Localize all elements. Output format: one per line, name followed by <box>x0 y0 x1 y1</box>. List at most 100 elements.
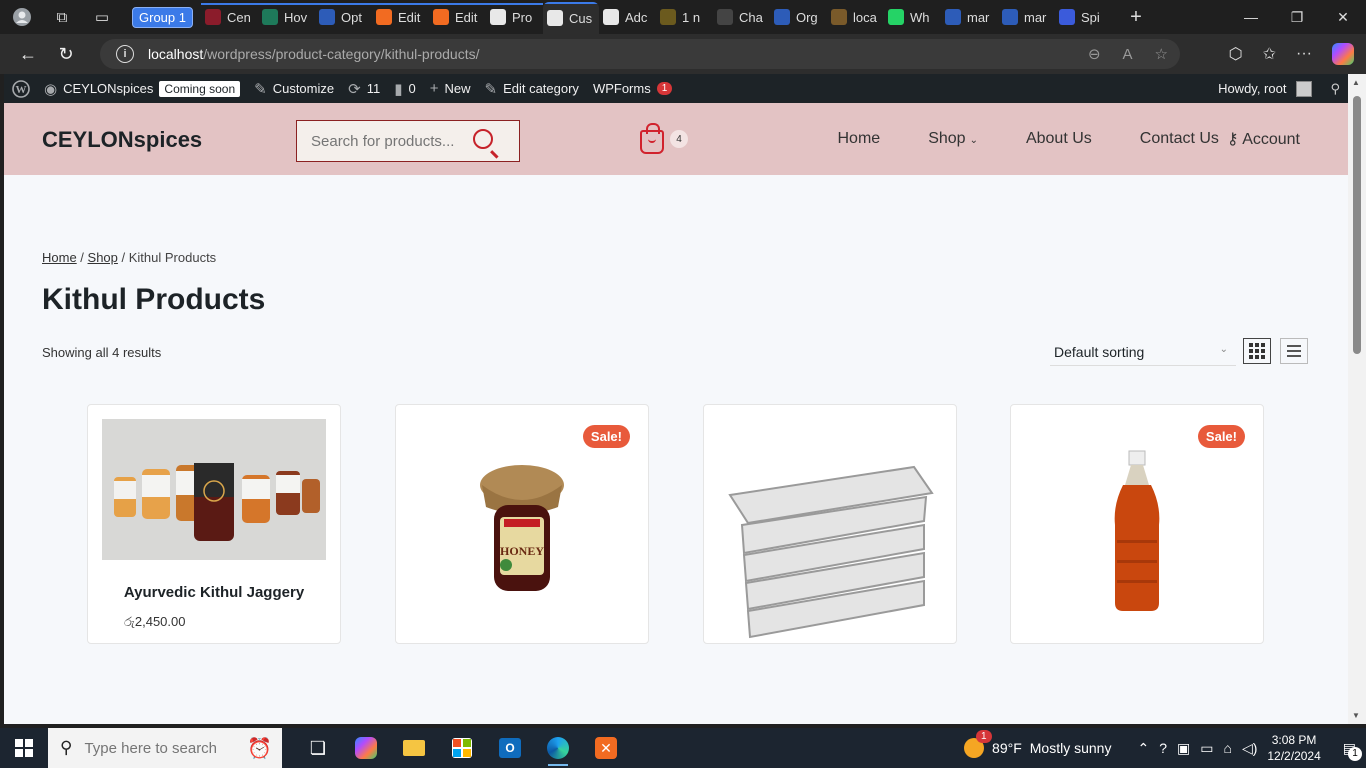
browser-tab[interactable]: Cha <box>713 3 770 31</box>
copilot-icon[interactable] <box>1332 43 1354 65</box>
customize-link[interactable]: ✎ Customize <box>254 80 334 98</box>
browser-tab[interactable]: Edit <box>371 3 429 31</box>
updates-link[interactable]: ⟳ 11 <box>348 80 380 98</box>
edge-icon[interactable] <box>540 730 576 766</box>
plus-icon: + <box>429 80 439 97</box>
new-tab-button[interactable]: + <box>1122 6 1150 29</box>
network-icon[interactable]: ⌂ <box>1223 740 1231 756</box>
taskbar-search-input[interactable] <box>84 739 255 757</box>
product-search-box[interactable] <box>296 120 520 162</box>
browser-tab[interactable]: Wh <box>884 3 941 31</box>
wpforms-link[interactable]: WPForms 1 <box>593 81 673 96</box>
product-image[interactable] <box>102 419 326 560</box>
product-card[interactable]: Sale! HONEY <box>395 404 649 644</box>
weather-badge: 1 <box>976 730 992 743</box>
chevron-down-icon: ⌄ <box>969 135 978 146</box>
product-image[interactable] <box>718 455 942 655</box>
browser-tab[interactable]: Adc <box>599 3 656 31</box>
tab-favicon-icon <box>375 9 392 25</box>
restore-button[interactable]: ❐ <box>1274 0 1320 34</box>
admin-search-icon[interactable]: ⚲ <box>1330 81 1340 97</box>
favorite-star-icon[interactable]: ☆ <box>1155 45 1168 63</box>
outlook-icon[interactable]: O <box>492 730 528 766</box>
scroll-up-icon[interactable]: ▲ <box>1352 78 1360 87</box>
product-image[interactable] <box>1025 445 1249 645</box>
taskbar-search[interactable]: ⚲ ⏰ <box>48 728 282 768</box>
browser-tab[interactable]: Cus✕ <box>542 2 599 34</box>
wp-logo-icon[interactable]: W <box>12 79 30 98</box>
xampp-icon[interactable]: ✕ <box>588 730 624 766</box>
browser-tab[interactable]: Hov <box>257 3 315 31</box>
breadcrumb-home[interactable]: Home <box>42 250 77 265</box>
nav-contact[interactable]: Contact Us <box>1140 130 1219 148</box>
clock[interactable]: 3:08 PM 12/2/2024 <box>1267 732 1320 764</box>
battery-icon[interactable]: ▭ <box>1200 740 1213 757</box>
back-button[interactable]: ← <box>10 38 46 70</box>
address-bar[interactable]: i localhost/wordpress/product-category/k… <box>100 39 1180 69</box>
product-card[interactable]: Ayurvedic Kithul Jaggery රු2,450.00 <box>87 404 341 644</box>
help-icon[interactable]: ? <box>1159 740 1167 756</box>
copilot-app-icon[interactable] <box>348 730 384 766</box>
browser-tab[interactable]: Pro <box>485 3 543 31</box>
nav-home[interactable]: Home <box>838 130 881 148</box>
search-icon[interactable] <box>473 129 493 149</box>
new-content-link[interactable]: + New <box>430 80 471 97</box>
tab-favicon-icon <box>887 9 904 25</box>
close-window-button[interactable]: ✕ <box>1320 0 1366 34</box>
browser-tab[interactable]: Org <box>770 3 827 31</box>
product-card[interactable] <box>703 404 957 644</box>
browser-tab[interactable]: loca <box>827 3 884 31</box>
breadcrumb-shop[interactable]: Shop <box>88 250 118 265</box>
chevron-up-icon[interactable]: ⌃ <box>1137 740 1149 757</box>
extensions-icon[interactable]: ⬡ <box>1229 44 1243 64</box>
product-image[interactable]: HONEY <box>410 455 634 635</box>
meet-icon[interactable]: ▣ <box>1177 740 1190 757</box>
browser-tab[interactable]: Cen <box>200 3 258 31</box>
minimize-button[interactable]: — <box>1228 0 1274 34</box>
page-scrollbar[interactable]: ▲ ▼ <box>1348 74 1366 724</box>
tab-group-label[interactable]: Group 1 <box>132 6 193 28</box>
start-button[interactable] <box>0 728 48 768</box>
nav-about[interactable]: About Us <box>1026 130 1092 148</box>
refresh-button[interactable]: ↻ <box>48 38 84 70</box>
weather-widget[interactable]: 1 89°F Mostly sunny <box>964 730 1111 758</box>
file-explorer-icon[interactable] <box>396 730 432 766</box>
profile-icon[interactable] <box>8 3 36 31</box>
browser-tab[interactable]: Edit <box>428 3 486 31</box>
browser-tab[interactable]: 1 n <box>656 3 713 31</box>
volume-icon[interactable]: ◁) <box>1242 740 1257 757</box>
site-logo[interactable]: CEYLONspices <box>42 127 202 153</box>
admin-site-link[interactable]: ◉ CEYLONspices Coming soon <box>44 80 241 98</box>
cart-button[interactable]: 4 <box>640 123 688 154</box>
task-view-icon[interactable]: ❏ <box>300 730 336 766</box>
windows-logo-icon <box>15 739 33 757</box>
scroll-down-icon[interactable]: ▼ <box>1352 711 1360 720</box>
nav-shop[interactable]: Shop ⌄ <box>928 130 978 148</box>
zoom-icon[interactable]: ⊖ <box>1088 45 1101 63</box>
product-title[interactable]: Ayurvedic Kithul Jaggery <box>88 584 340 601</box>
store-icon[interactable] <box>444 730 480 766</box>
product-card[interactable]: Sale! <box>1010 404 1264 644</box>
scrollbar-thumb[interactable] <box>1353 96 1361 354</box>
avatar[interactable] <box>1296 80 1313 97</box>
site-info-icon[interactable]: i <box>116 45 134 63</box>
browser-tab[interactable]: mar <box>998 3 1055 31</box>
list-view-button[interactable] <box>1280 338 1308 364</box>
read-aloud-icon[interactable]: A <box>1123 46 1133 63</box>
grid-view-button[interactable] <box>1243 338 1271 364</box>
search-input[interactable] <box>311 132 461 150</box>
favorites-icon[interactable]: ✩ <box>1263 44 1276 64</box>
browser-tab[interactable]: Opt <box>314 3 372 31</box>
edit-category-link[interactable]: ✎ Edit category <box>484 80 578 98</box>
workspaces-icon[interactable]: ⧉ <box>48 3 76 31</box>
nav-account[interactable]: ⚷ Account <box>1227 129 1300 149</box>
notifications-icon[interactable]: ▤ 1 <box>1343 740 1362 761</box>
browser-tab[interactable]: mar <box>941 3 998 31</box>
browser-tab[interactable]: Spi <box>1055 3 1112 31</box>
sorting-select[interactable]: Default sorting ⌄ <box>1050 338 1236 366</box>
tab-actions-icon[interactable]: ▭ <box>88 3 116 31</box>
tab-label: Opt <box>340 9 362 25</box>
more-menu-icon[interactable]: ··· <box>1296 45 1312 63</box>
comments-link[interactable]: ▮ 0 <box>394 80 416 98</box>
howdy-user-link[interactable]: Howdy, root <box>1218 81 1286 96</box>
